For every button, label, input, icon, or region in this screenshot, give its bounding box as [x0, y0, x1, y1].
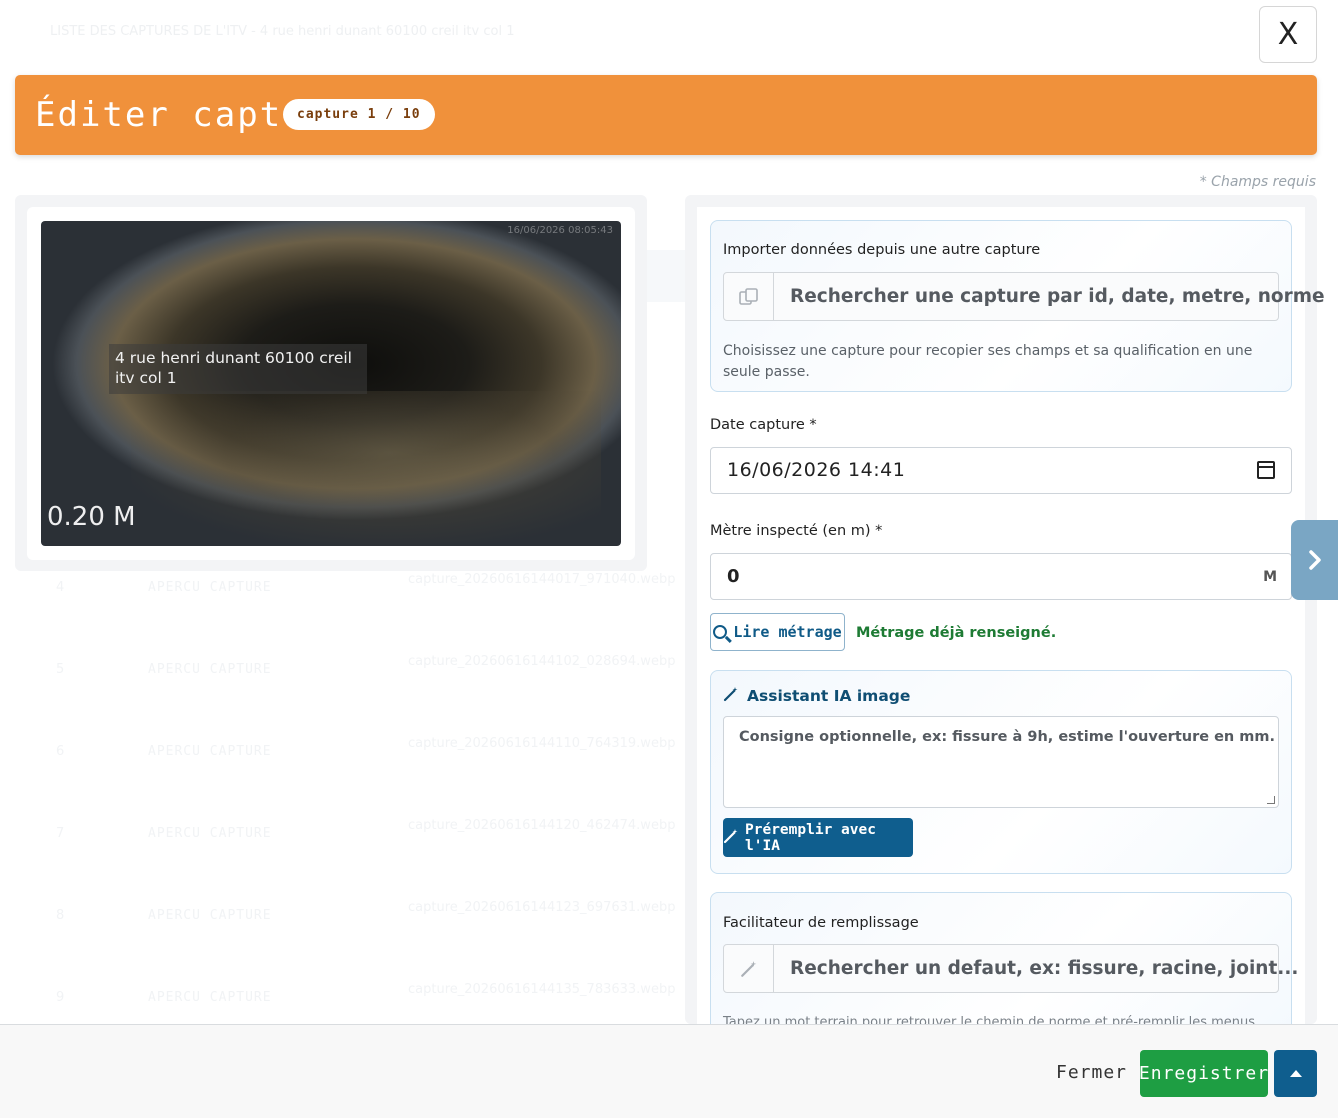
meter-status-text: Métrage déjà renseigné. [856, 625, 1057, 641]
read-meter-label: Lire métrage [733, 623, 842, 641]
overlay-address: 4 rue henri dunant 60100 creil [115, 349, 352, 367]
calendar-icon[interactable] [1257, 461, 1275, 479]
ia-assistant-title: Assistant IA image [747, 687, 911, 705]
search-icon [713, 625, 728, 639]
scroll-top-button[interactable] [1274, 1050, 1317, 1097]
copy-icon [724, 273, 774, 320]
import-search-placeholder: Rechercher une capture par id, date, met… [790, 286, 1325, 307]
table-row: 6 APERCU CAPTURE capture_20260616144110_76… [56, 736, 676, 759]
capture-meter-overlay: 0.20 M [47, 502, 136, 532]
chevron-right-icon [1308, 550, 1321, 570]
modal-header: Éditer capture capture 1 / 10 [15, 75, 1317, 155]
date-label: Date capture * [710, 417, 817, 433]
capture-timestamp: 16/06/2026 08:05:43 [507, 225, 613, 236]
table-row: 7 APERCU CAPTURE capture_20260616144120_46… [56, 818, 676, 841]
meter-value: 0 [727, 566, 740, 587]
meter-unit: M [1263, 569, 1277, 585]
required-fields-note: * Champs requis [1199, 174, 1316, 190]
magic-wand-icon [724, 945, 774, 992]
date-value: 16/06/2026 14:41 [727, 459, 906, 481]
table-row: 5 APERCU CAPTURE capture_20260616144102_02… [56, 654, 676, 677]
import-label: Importer données depuis une autre captur… [723, 242, 1041, 258]
pipe-floor [131, 391, 601, 546]
table-row: 8 APERCU CAPTURE capture_20260616144123_69… [56, 900, 676, 923]
capture-image[interactable]: 16/06/2026 08:05:43 4 rue henri dunant 6… [41, 221, 621, 546]
close-button[interactable]: Fermer [1056, 1062, 1127, 1083]
date-input[interactable]: 16/06/2026 14:41 [710, 447, 1292, 494]
capture-counter-badge: capture 1 / 10 [283, 99, 435, 130]
ia-instruction-textarea[interactable]: Consigne optionnelle, ex: fissure à 9h, … [723, 716, 1279, 808]
next-capture-tab[interactable] [1291, 520, 1338, 600]
magic-wand-icon [723, 686, 739, 706]
overlay-section: itv col 1 [115, 369, 177, 387]
read-meter-button[interactable]: Lire métrage [710, 613, 845, 651]
ia-prefill-label: Préremplir avec l'IA [745, 821, 876, 854]
resize-grip-icon[interactable] [1267, 796, 1275, 804]
defect-search-placeholder: Rechercher un defaut, ex: fissure, racin… [790, 958, 1299, 979]
fill-helper-label: Facilitateur de remplissage [723, 915, 919, 931]
import-search-input[interactable]: Rechercher une capture par id, date, met… [723, 272, 1325, 321]
meter-input[interactable]: 0 M [710, 553, 1292, 600]
close-modal-button[interactable]: X [1259, 6, 1317, 63]
magic-wand-icon [723, 828, 739, 848]
import-help: Choisissez une capture pour recopier ses… [723, 343, 1253, 380]
defect-search-input[interactable]: Rechercher un defaut, ex: fissure, racin… [723, 944, 1298, 993]
ia-prefill-button[interactable]: Préremplir avec l'IA [723, 818, 913, 857]
caret-up-icon [1289, 1070, 1302, 1077]
background-title: LISTE DES CAPTURES DE L'ITV - 4 rue henr… [50, 24, 515, 39]
meter-label: Mètre inspecté (en m) * [710, 523, 883, 539]
ia-instruction-placeholder: Consigne optionnelle, ex: fissure à 9h, … [739, 729, 1276, 745]
save-button[interactable]: Enregistrer [1139, 1050, 1268, 1097]
modal-footer [0, 1024, 1338, 1118]
capture-location-overlay: 4 rue henri dunant 60100 creil itv col 1 [109, 344, 367, 394]
